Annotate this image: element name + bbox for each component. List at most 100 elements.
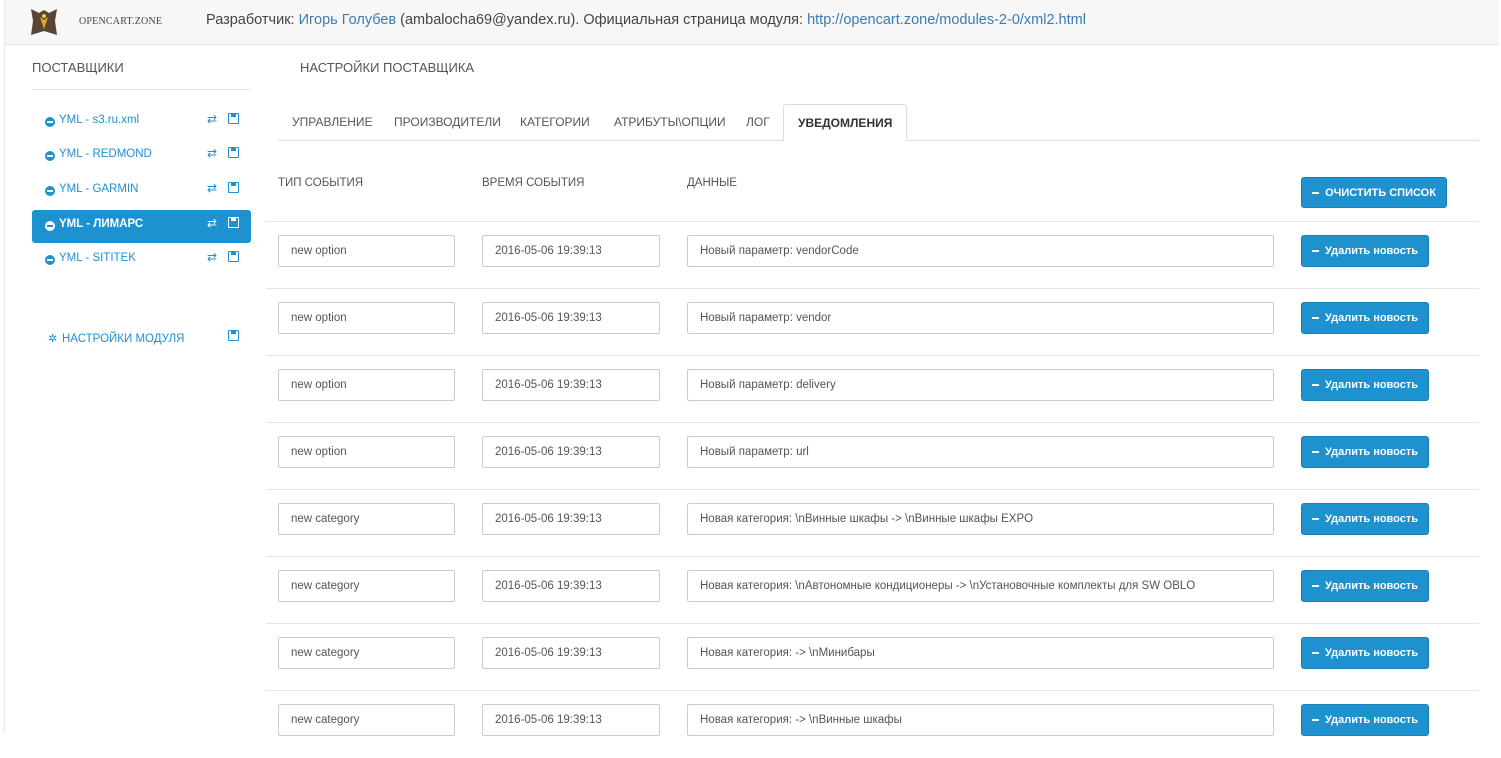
delete-news-button[interactable]: Удалить новость [1301,704,1429,736]
exchange-icon[interactable]: ⇄ [207,146,217,160]
developer-name-link[interactable]: Игорь Голубев [299,12,397,28]
column-header-data: ДАННЫЕ [687,177,737,189]
event-type-field[interactable]: new category [278,503,455,535]
delete-news-label: Удалить новость [1324,647,1419,659]
sidebar-item-supplier[interactable]: YML - REDMOND ⇄ [32,140,251,173]
sidebar-item-supplier[interactable]: YML - s3.ru.xml ⇄ [32,106,251,139]
event-data-field[interactable]: Новый параметр: vendor [687,302,1274,334]
sidebar-item-label: YML - s3.ru.xml [59,114,140,126]
table-row: new category 2016-05-06 19:39:13 Новая кат… [266,489,1479,557]
exchange-icon[interactable]: ⇄ [207,112,217,126]
event-time-field[interactable]: 2016-05-06 19:39:13 [482,704,660,736]
delete-news-button[interactable]: Удалить новость [1301,302,1429,334]
developer-email-text: (ambalocha69@yandex.ru). Официальная стр… [396,12,808,28]
event-time-field[interactable]: 2016-05-06 19:39:13 [482,436,660,468]
minus-circle-icon[interactable] [45,117,55,127]
event-data-field[interactable]: Новая категория: \nАвтономные кондиционе… [687,570,1274,602]
delete-news-button[interactable]: Удалить новость [1301,570,1429,602]
supplier-settings-title: НАСТРОЙКИ ПОСТАВЩИКА [300,60,475,75]
event-type-field[interactable]: new option [278,302,455,334]
settings-tabs: УПРАВЛЕНИЕ ПРОИЗВОДИТЕЛИ КАТЕГОРИИ АТРИБУТЫ… [278,104,1479,141]
clear-list-button[interactable]: ОЧИСТИТЬ СПИСОК [1301,177,1447,208]
module-save-icon[interactable] [228,330,239,341]
delete-news-label: Удалить новость [1324,379,1419,391]
sidebar-item-label: YML - GARMIN [59,183,139,195]
table-row: new option 2016-05-06 19:39:13 Новый парам… [266,355,1479,423]
logo-icon [31,9,57,35]
minus-icon [1311,585,1319,587]
save-icon[interactable] [228,251,239,262]
delete-news-button[interactable]: Удалить новость [1301,436,1429,468]
table-row: new category 2016-05-06 19:39:13 Новая кат… [266,556,1479,624]
tab-item[interactable]: УПРАВЛЕНИЕ [278,104,387,140]
delete-news-button[interactable]: Удалить новость [1301,503,1429,535]
delete-news-button[interactable]: Удалить новость [1301,369,1429,401]
save-icon[interactable] [228,113,239,124]
module-page-link[interactable]: http://opencart.zone/modules-2-0/xml2.ht… [807,12,1086,28]
event-data-field[interactable]: Новая категория: \nВинные шкафы -> \nВин… [687,503,1274,535]
event-time-field[interactable]: 2016-05-06 19:39:13 [482,503,660,535]
save-icon[interactable] [228,182,239,193]
sidebar-item-supplier[interactable]: YML - GARMIN ⇄ [32,175,251,208]
delete-news-label: Удалить новость [1324,312,1419,324]
table-row: new category 2016-05-06 19:39:13 Новая кат… [266,623,1479,691]
sidebar-item-supplier[interactable]: YML - SITITEK ⇄ [32,244,251,277]
tab-item[interactable]: ПРОИЗВОДИТЕЛИ [380,104,515,140]
tab-item[interactable]: АТРИБУТЫ\ОПЦИИ [600,104,740,140]
event-time-field[interactable]: 2016-05-06 19:39:13 [482,302,660,334]
tab-item[interactable]: УВЕДОМЛЕНИЯ [783,104,908,141]
sidebar-item-label: YML - REDMOND [59,148,152,160]
column-header-type: ТИП СОБЫТИЯ [278,177,364,189]
tab-item[interactable]: ЛОГ [732,104,784,140]
suppliers-title: ПОСТАВЩИКИ [32,60,124,75]
minus-circle-icon[interactable] [45,186,55,196]
event-type-field[interactable]: new option [278,235,455,267]
event-type-field[interactable]: new option [278,436,455,468]
event-time-field[interactable]: 2016-05-06 19:39:13 [482,235,660,267]
sidebar-divider [32,89,251,90]
event-type-field[interactable]: new category [278,570,455,602]
event-time-field[interactable]: 2016-05-06 19:39:13 [482,570,660,602]
developer-prefix: Разработчик: [206,12,299,28]
event-data-field[interactable]: Новая категория: -> \nВинные шкафы [687,704,1274,736]
table-row: new option 2016-05-06 19:39:13 Новый парам… [266,221,1479,289]
event-type-field[interactable]: new category [278,637,455,669]
gear-icon: ✲ [48,333,58,345]
table-row: new option 2016-05-06 19:39:13 Новый парам… [266,288,1479,356]
minus-icon [1311,451,1319,453]
delete-news-label: Удалить новость [1324,446,1419,458]
event-time-field[interactable]: 2016-05-06 19:39:13 [482,369,660,401]
exchange-icon[interactable]: ⇄ [207,181,217,195]
minus-circle-icon[interactable] [45,255,55,265]
minus-icon [1312,191,1320,194]
tab-item[interactable]: КАТЕГОРИИ [506,104,604,140]
event-data-field[interactable]: Новая категория: -> \nМинибары [687,637,1274,669]
exchange-icon[interactable]: ⇄ [207,250,217,264]
minus-icon [1311,518,1319,520]
event-data-field[interactable]: Новый параметр: url [687,436,1274,468]
event-time-field[interactable]: 2016-05-06 19:39:13 [482,637,660,669]
sidebar-item-supplier[interactable]: YML - ЛИМАРС ⇄ [32,210,251,243]
module-settings-label: НАСТРОЙКИ МОДУЛЯ [62,333,185,345]
exchange-icon[interactable]: ⇄ [207,216,217,230]
logo-text: OPENCART.ZONE [79,16,163,27]
minus-icon [1311,719,1319,721]
event-data-field[interactable]: Новый параметр: vendorCode [687,235,1274,267]
event-data-field[interactable]: Новый параметр: delivery [687,369,1274,401]
delete-news-button[interactable]: Удалить новость [1301,637,1429,669]
minus-circle-icon[interactable] [45,151,55,161]
delete-news-label: Удалить новость [1324,714,1419,726]
sidebar-item-label: YML - ЛИМАРС [59,218,144,230]
save-icon[interactable] [228,147,239,158]
minus-circle-icon[interactable] [45,221,55,231]
clear-list-label: ОЧИСТИТЬ СПИСОК [1325,186,1436,199]
delete-news-button[interactable]: Удалить новость [1301,235,1429,267]
sidebar-item-label: YML - SITITEK [59,252,136,264]
minus-icon [1311,317,1319,319]
event-type-field[interactable]: new category [278,704,455,736]
event-type-field[interactable]: new option [278,369,455,401]
minus-icon [1311,384,1319,386]
module-settings-link[interactable]: ✲ НАСТРОЙКИ МОДУЛЯ [48,332,184,345]
save-icon[interactable] [228,217,239,228]
minus-icon [1311,652,1319,654]
